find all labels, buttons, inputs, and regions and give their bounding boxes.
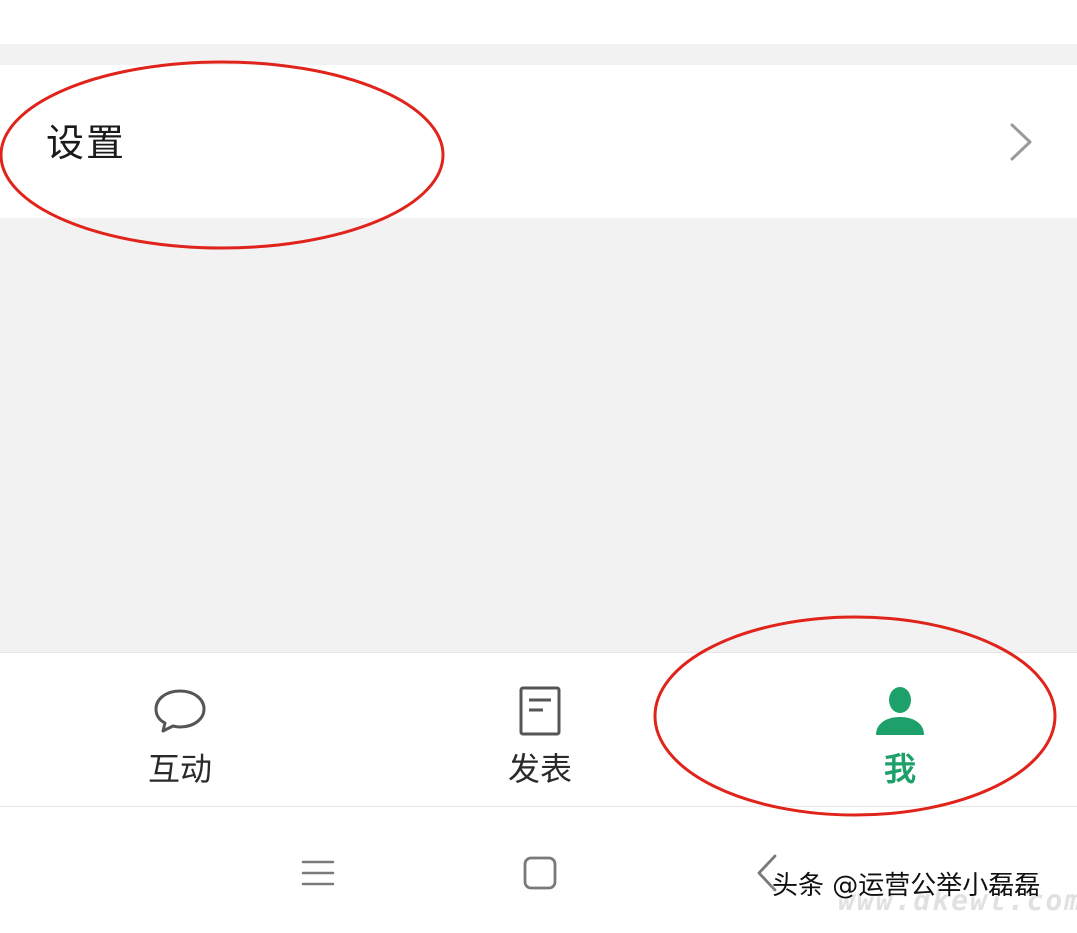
empty-content-area — [0, 218, 1077, 652]
person-icon — [876, 687, 924, 735]
tab-interact-label: 互动 — [147, 750, 212, 788]
menu-icon[interactable] — [293, 848, 343, 898]
chevron-right-icon — [1010, 123, 1032, 161]
chat-bubble-icon — [154, 689, 206, 733]
settings-label: 设置 — [46, 121, 127, 165]
home-square-icon[interactable] — [515, 848, 565, 898]
document-icon — [519, 686, 561, 736]
bottom-tab-bar: 互动 发表 我 — [0, 652, 1077, 807]
app-screen: 设置 互动 发表 我 www.dkewl.com 头条 @运营公举小磊磊 — [0, 0, 1077, 933]
settings-row[interactable]: 设置 — [0, 65, 1077, 218]
section-divider — [0, 44, 1077, 65]
tab-publish-label: 发表 — [507, 750, 572, 788]
tab-me-label: 我 — [883, 750, 916, 788]
watermark-text: 头条 @运营公举小磊磊 — [772, 871, 1041, 901]
top-blank-area — [0, 0, 1077, 44]
tab-me[interactable]: 我 — [800, 653, 1000, 808]
tab-publish[interactable]: 发表 — [440, 653, 640, 808]
tab-interact[interactable]: 互动 — [80, 653, 280, 808]
